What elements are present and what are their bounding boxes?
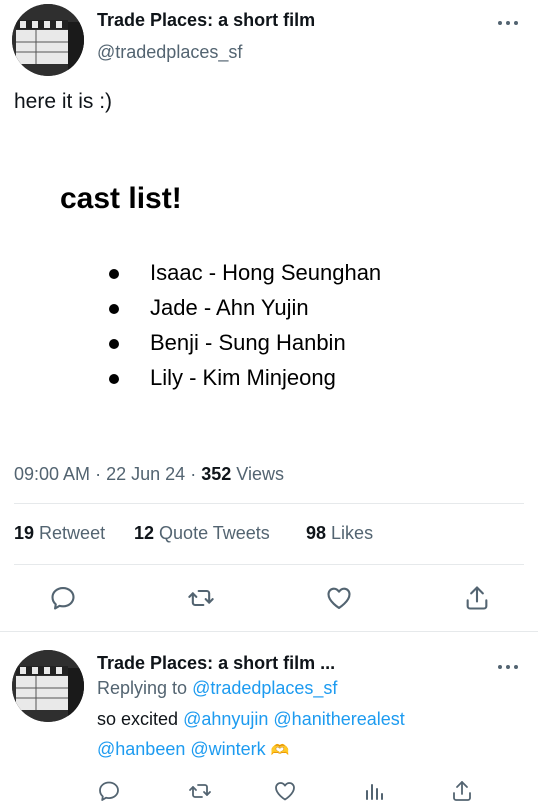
reply-author-avatar[interactable] <box>12 650 84 722</box>
retweets-stat[interactable]: 19 Retweet <box>14 523 105 544</box>
analytics-icon[interactable] <box>362 779 386 803</box>
author-name[interactable]: Trade Places: a short film <box>97 10 315 31</box>
quote-tweets-stat[interactable]: 12 Quote Tweets <box>134 523 270 544</box>
more-dots-icon[interactable] <box>496 16 520 27</box>
divider <box>0 631 538 632</box>
bullet <box>109 269 119 279</box>
views-count: 352 <box>201 464 232 484</box>
reply-text-line-2: @hanbeen @winterk 🫶 <box>97 739 289 760</box>
bullet <box>109 374 119 384</box>
separator-dot: · <box>95 464 102 484</box>
quotes-label: Quote Tweets <box>159 523 270 543</box>
cast-item: Jade - Ahn Yujin <box>150 295 309 320</box>
share-icon[interactable] <box>463 584 491 612</box>
bullet <box>109 339 119 349</box>
replying-to-handle[interactable]: @tradedplaces_sf <box>192 678 337 698</box>
mention-link[interactable]: @ahnyujin <box>183 709 268 729</box>
tweet-text: here it is :) <box>14 90 113 113</box>
retweets-label: Retweet <box>39 523 106 543</box>
reply-icon[interactable] <box>97 779 121 803</box>
mention-link[interactable]: @hanitherealest <box>273 709 404 729</box>
heart-icon[interactable] <box>325 584 353 612</box>
reply-text: so excited <box>97 709 179 729</box>
likes-label: Likes <box>331 523 374 543</box>
tweet-time[interactable]: 09:00 AM <box>14 464 90 484</box>
divider <box>14 503 524 504</box>
reply-text-line-1: so excited @ahnyujin @hanitherealest <box>97 709 405 730</box>
retweet-icon[interactable] <box>187 584 215 612</box>
views-label: Views <box>236 464 284 484</box>
cast-item: Lily - Kim Minjeong <box>150 365 336 390</box>
cast-item: Isaac - Hong Seunghan <box>150 260 382 285</box>
reply-icon[interactable] <box>49 584 77 612</box>
retweets-count: 19 <box>14 523 35 543</box>
reply-author-name[interactable]: Trade Places: a short film ... <box>97 653 335 674</box>
mention-link[interactable]: @hanbeen <box>97 739 185 759</box>
likes-stat[interactable]: 98 Likes <box>306 523 373 544</box>
heart-hands-emoji: 🫶 <box>270 742 290 759</box>
replying-to-label: Replying to <box>97 678 188 698</box>
divider <box>14 564 524 565</box>
author-handle[interactable]: @tradedplaces_sf <box>97 42 242 63</box>
heart-icon[interactable] <box>273 779 297 803</box>
share-icon[interactable] <box>450 779 474 803</box>
mention-link[interactable]: @winterk <box>190 739 265 759</box>
quotes-count: 12 <box>134 523 155 543</box>
retweet-icon[interactable] <box>188 779 212 803</box>
author-avatar[interactable] <box>12 4 84 76</box>
replying-to: Replying to @tradedplaces_sf <box>97 678 337 699</box>
tweet-date[interactable]: 22 Jun 24 <box>106 464 185 484</box>
likes-count: 98 <box>306 523 327 543</box>
tweet-meta: 09:00 AM · 22 Jun 24 · 352 Views <box>14 464 284 485</box>
cast-item: Benji - Sung Hanbin <box>150 330 346 355</box>
bullet <box>109 304 119 314</box>
separator-dot: · <box>190 464 197 484</box>
card-title: cast list! <box>60 182 182 215</box>
more-dots-icon[interactable] <box>496 660 520 671</box>
